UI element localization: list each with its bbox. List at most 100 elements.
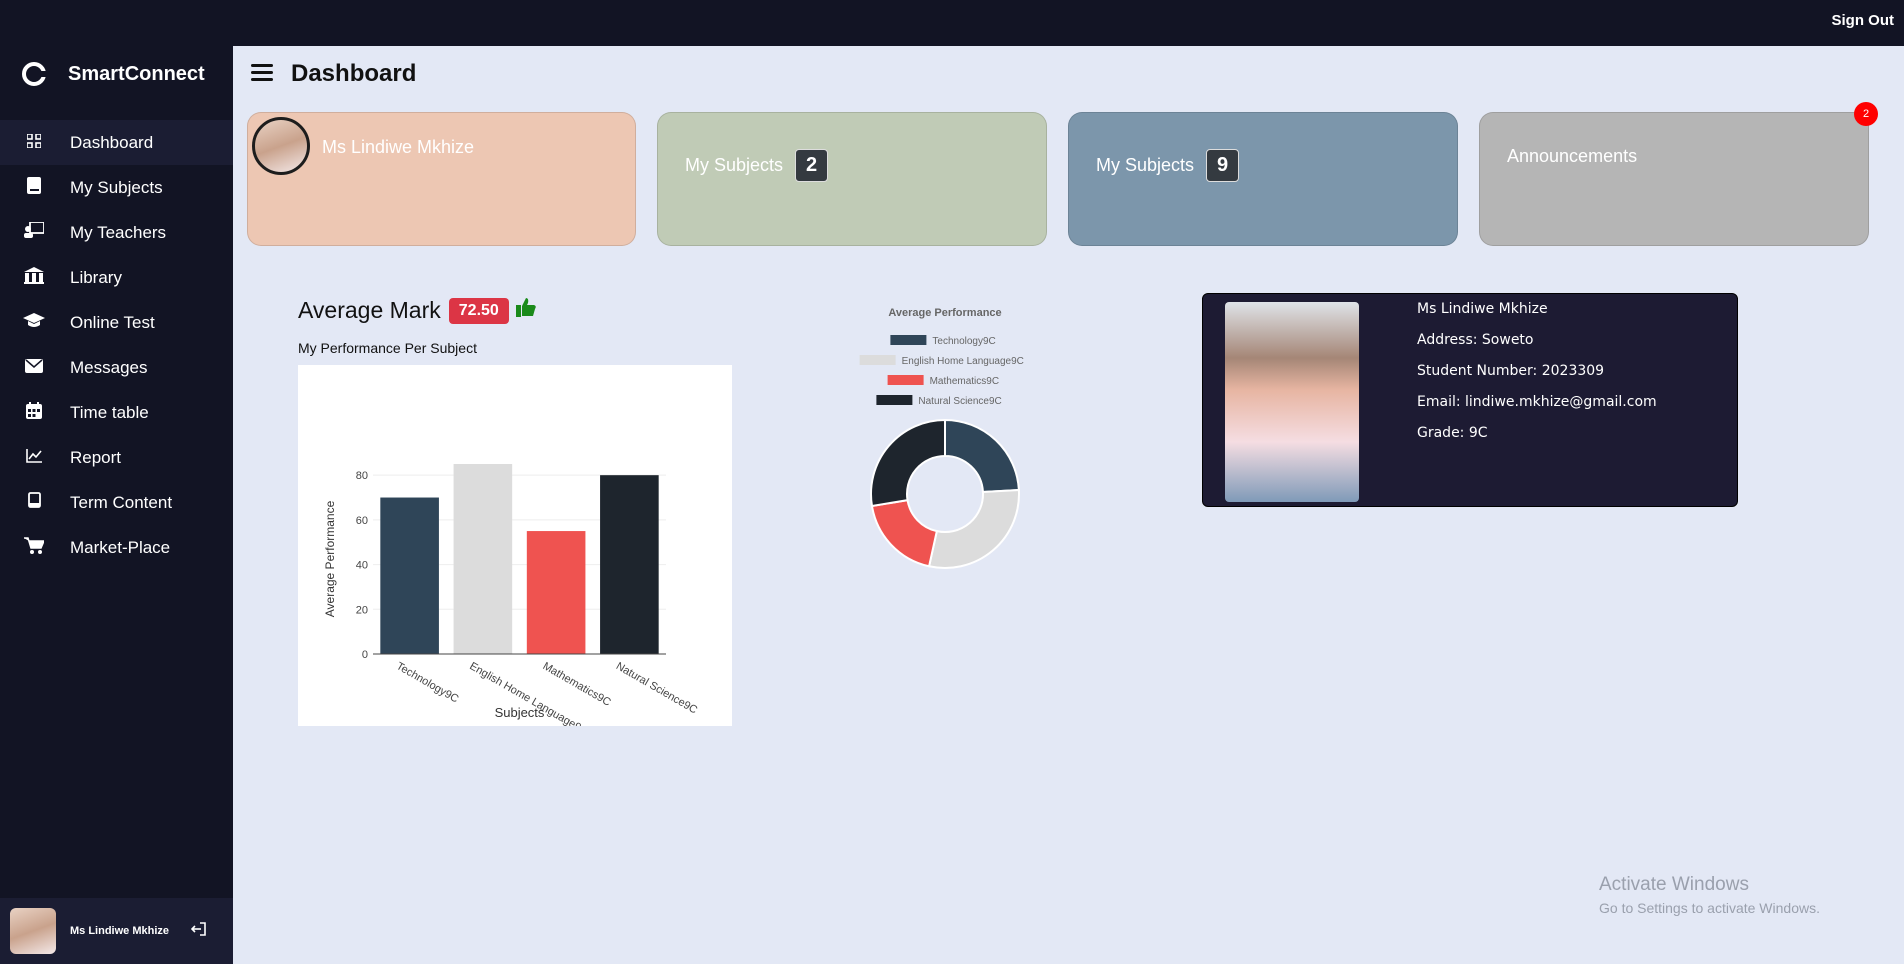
avatar xyxy=(252,117,310,175)
average-mark-value: 72.50 xyxy=(448,297,509,324)
sidebar-item-label: Time table xyxy=(70,402,149,422)
page-title: Dashboard xyxy=(291,60,417,87)
sidebar-item-label: Term Content xyxy=(70,492,173,512)
y-tick-label: 0 xyxy=(362,649,368,661)
envelope-icon xyxy=(22,357,46,378)
performance-subtitle: My Performance Per Subject xyxy=(298,340,477,356)
student-info-card: Ms Lindiwe Mkhize Address: Soweto Studen… xyxy=(1202,293,1738,507)
header: Dashboard xyxy=(233,46,1904,100)
top-bar: Sign Out xyxy=(0,0,1904,46)
hamburger-menu-icon[interactable] xyxy=(251,64,273,82)
sidebar-item-dashboard[interactable]: Dashboard xyxy=(0,120,233,165)
donut-slice xyxy=(927,488,1020,569)
my-subjects-card[interactable]: My Subjects 2 xyxy=(657,112,1047,246)
bar xyxy=(526,531,586,654)
notification-badge: 2 xyxy=(1854,102,1878,126)
cart-icon xyxy=(22,536,46,559)
average-mark: Average Mark 72.50 xyxy=(298,296,537,325)
y-tick-label: 40 xyxy=(356,560,368,572)
thumbs-up-icon xyxy=(515,296,537,325)
average-mark-title: Average Mark xyxy=(298,297,441,323)
bar-chart: 0 20 40 60 80 Technology9C English Home Langua… xyxy=(298,365,732,738)
y-tick-label: 80 xyxy=(356,470,368,482)
x-tick-label: Mathematics9C xyxy=(541,660,613,709)
student-email: Email: lindiwe.mkhize@gmail.com xyxy=(1417,394,1657,410)
announcements-card[interactable]: Announcements 2 xyxy=(1479,102,1878,246)
sidebar-user: Ms Lindiwe Mkhize xyxy=(0,898,233,964)
card-label: My Subjects 2 xyxy=(685,149,829,182)
y-axis-title: Average Performance xyxy=(323,500,337,617)
legend-swatch xyxy=(890,335,927,345)
avatar[interactable] xyxy=(10,908,56,954)
logout-icon[interactable] xyxy=(190,921,207,942)
sidebar-item-label: Market-Place xyxy=(70,537,171,557)
sign-out-button[interactable]: Sign Out xyxy=(1832,12,1895,29)
windows-activation-watermark: Activate Windows Go to Settings to activ… xyxy=(1599,874,1820,916)
tablet-icon xyxy=(22,492,46,513)
book-icon xyxy=(22,176,46,199)
legend-label: Natural Science9C xyxy=(918,396,1001,407)
student-number: Student Number: 2023309 xyxy=(1417,363,1605,379)
profile-card[interactable]: Ms Lindiwe Mkhize xyxy=(247,112,636,246)
student-details: Ms Lindiwe Mkhize Address: Soweto Studen… xyxy=(1417,301,1657,456)
legend-label: English Home Language9C xyxy=(902,356,1024,367)
card-title: My Subjects xyxy=(685,155,784,175)
sidebar-item-messages[interactable]: Messages xyxy=(0,345,233,390)
sidebar-item-time-table[interactable]: Time table xyxy=(0,390,233,435)
x-tick-label: Natural Science9C xyxy=(614,660,699,716)
app-name: SmartConnect xyxy=(68,62,205,85)
count-badge: 9 xyxy=(1206,149,1240,182)
sidebar-item-label: Library xyxy=(70,267,122,287)
profile-name: Ms Lindiwe Mkhize xyxy=(322,137,475,157)
legend-label: Mathematics9C xyxy=(930,376,999,387)
legend-swatch xyxy=(859,355,896,365)
student-photo xyxy=(1225,302,1359,502)
brand[interactable]: SmartConnect xyxy=(22,54,205,94)
logo-icon xyxy=(22,62,46,86)
student-name: Ms Lindiwe Mkhize xyxy=(1417,301,1548,317)
line-chart-icon xyxy=(22,447,46,468)
sidebar-item-market-place[interactable]: Market-Place xyxy=(0,525,233,570)
sidebar-item-label: My Subjects xyxy=(70,177,163,197)
student-address: Address: Soweto xyxy=(1417,332,1534,348)
student-grade: Grade: 9C xyxy=(1417,425,1488,441)
sidebar-item-my-teachers[interactable]: My Teachers xyxy=(0,210,233,255)
y-tick-label: 60 xyxy=(356,515,368,527)
count-badge: 2 xyxy=(795,149,829,182)
legend-swatch xyxy=(876,395,913,405)
donut-slice xyxy=(870,418,946,508)
teacher-icon xyxy=(22,221,46,243)
chart-title: Average Performance xyxy=(888,307,1001,319)
sidebar-item-online-test[interactable]: Online Test xyxy=(0,300,233,345)
bar xyxy=(453,464,513,654)
donut-chart: Average Performance Technology9C English H… xyxy=(830,300,1060,580)
grid-icon xyxy=(22,132,46,153)
x-tick-label: Technology9C xyxy=(394,660,460,705)
x-axis-title: Subjects xyxy=(495,705,545,720)
donut-slice xyxy=(944,418,1020,493)
sidebar-item-label: Dashboard xyxy=(70,132,154,152)
card-title: My Subjects xyxy=(1096,155,1195,175)
donut-slice xyxy=(870,498,939,568)
my-subjects-card-2[interactable]: My Subjects 9 xyxy=(1068,112,1458,246)
sidebar-item-term-content[interactable]: Term Content xyxy=(0,480,233,525)
sidebar-item-my-subjects[interactable]: My Subjects xyxy=(0,165,233,210)
bar xyxy=(380,497,439,654)
sidebar-item-label: My Teachers xyxy=(70,222,167,242)
graduation-cap-icon xyxy=(22,312,46,333)
card-label: My Subjects 9 xyxy=(1096,149,1240,182)
donut-chart-svg: Average Performance Technology9C English H… xyxy=(859,307,1024,569)
bar xyxy=(600,475,659,654)
sidebar-item-label: Messages xyxy=(70,357,148,377)
sidebar: SmartConnect Dashboard My Subjects My Te… xyxy=(0,46,233,964)
y-tick-label: 20 xyxy=(356,604,368,616)
sidebar-item-label: Report xyxy=(70,447,122,467)
watermark-subtitle: Go to Settings to activate Windows. xyxy=(1599,900,1820,916)
bar-chart-svg: 020406080Technology9C English Home Langua… xyxy=(323,464,699,738)
sidebar-nav: Dashboard My Subjects My Teachers Librar… xyxy=(0,120,233,570)
sidebar-item-report[interactable]: Report xyxy=(0,435,233,480)
sidebar-item-library[interactable]: Library xyxy=(0,255,233,300)
sidebar-item-label: Online Test xyxy=(70,312,155,332)
watermark-title: Activate Windows xyxy=(1599,874,1749,895)
legend-label: Technology9C xyxy=(932,336,995,347)
